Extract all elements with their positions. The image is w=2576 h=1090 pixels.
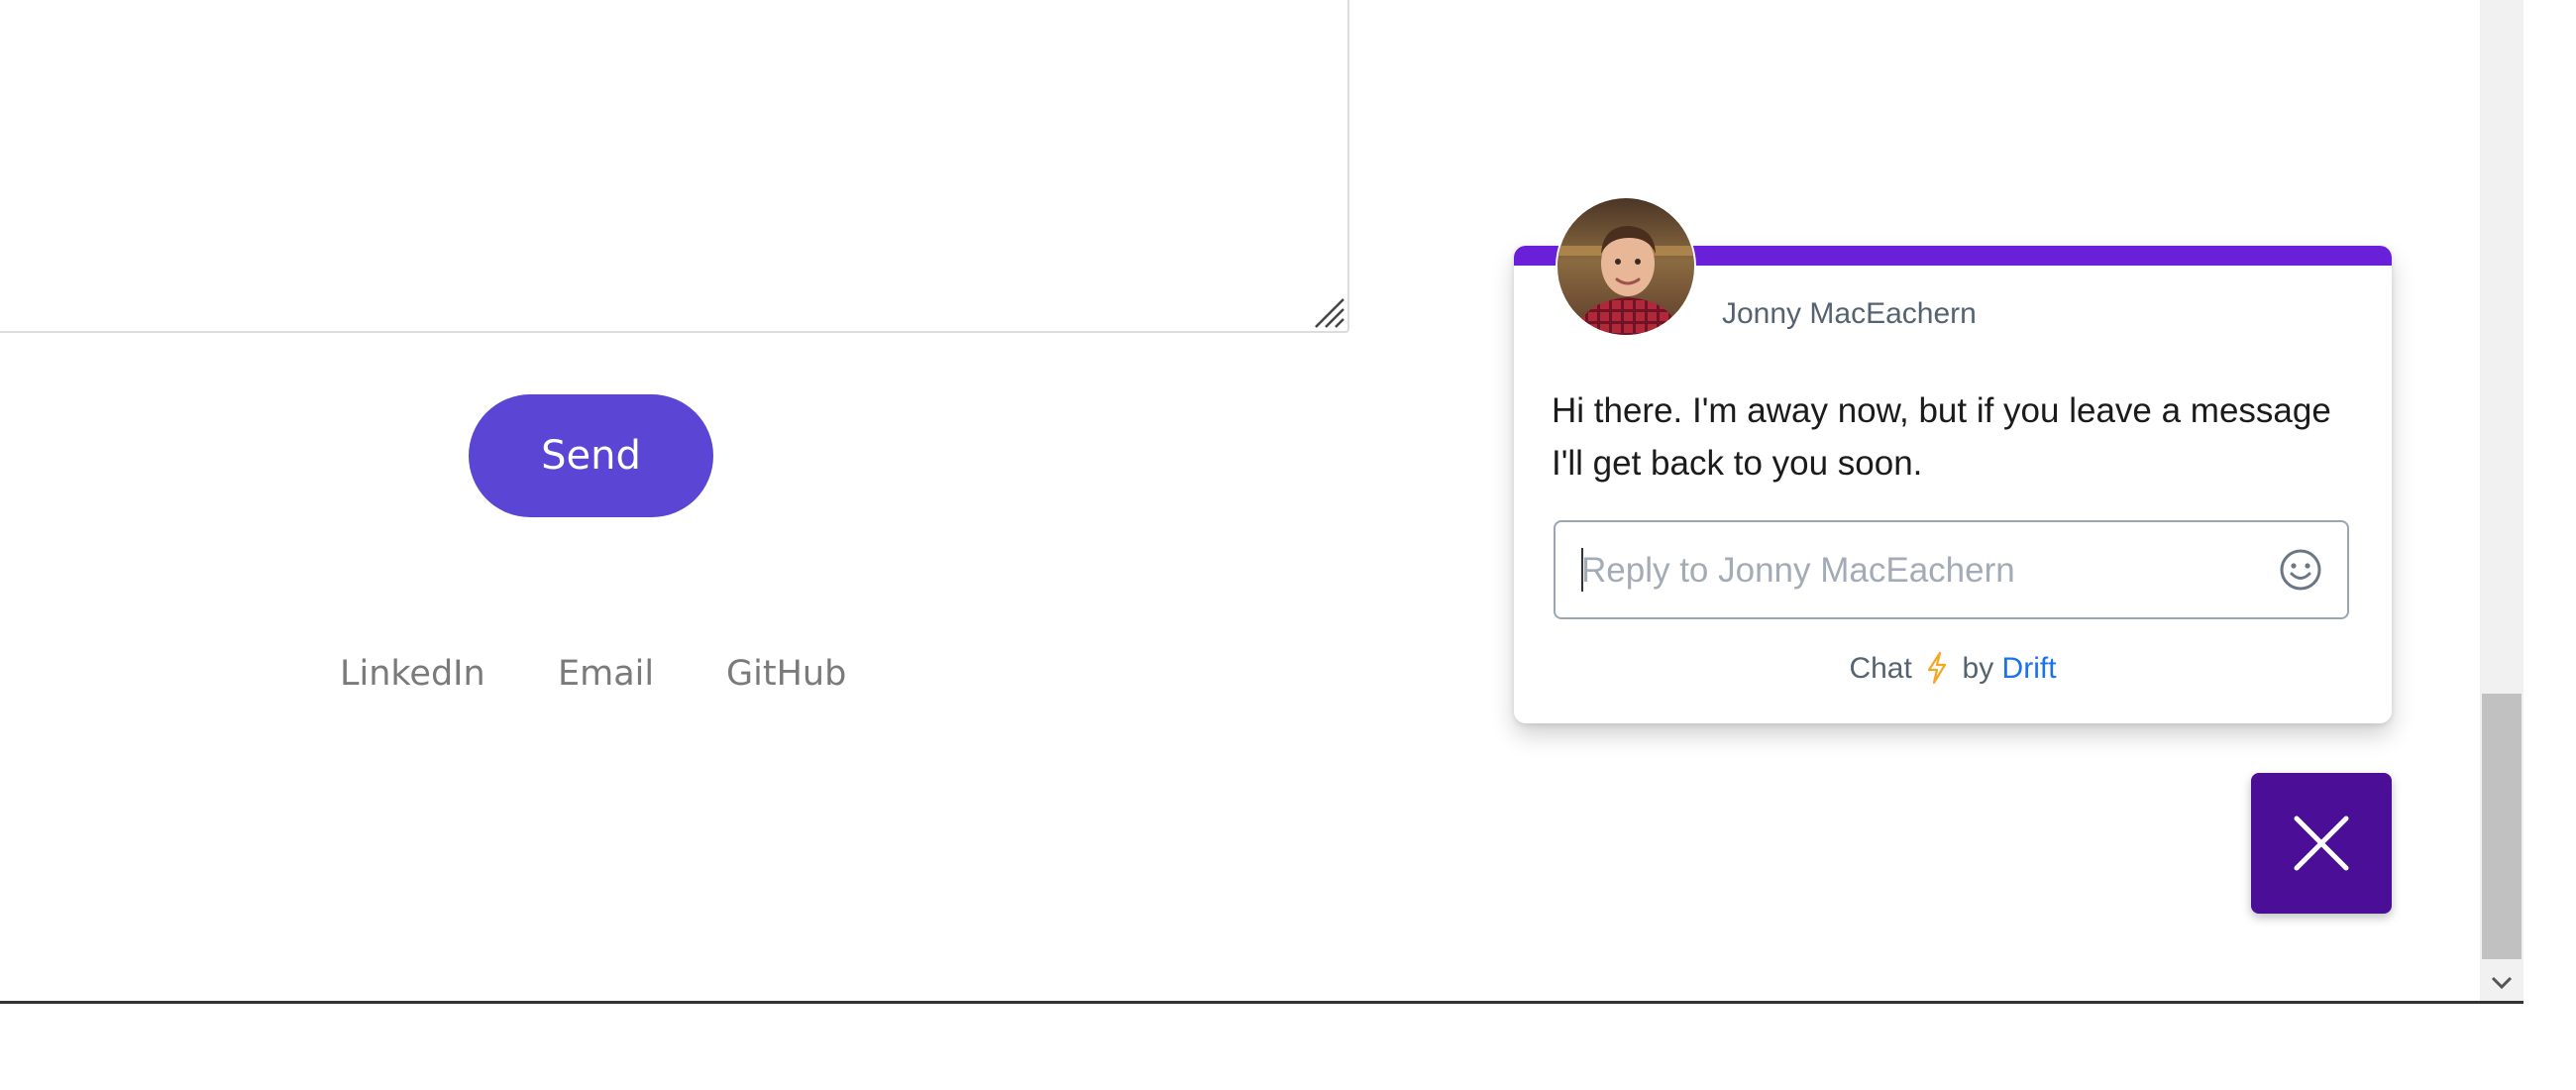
viewport-bottom-border [0, 1001, 2523, 1004]
browser-viewport: Send LinkedIn Email GitHub Jonny MacEach… [0, 0, 2523, 1005]
lightning-bolt-icon [1928, 652, 1947, 684]
powered-prefix: Chat [1849, 652, 1912, 685]
powered-by: Chat by Drift [1514, 652, 2392, 686]
chat-close-button[interactable] [2251, 773, 2392, 914]
close-icon [2294, 816, 2349, 871]
text-caret [1581, 548, 1583, 592]
reply-input[interactable] [1579, 540, 2227, 601]
send-button[interactable]: Send [469, 394, 713, 517]
powered-by-text: by [1962, 652, 1994, 685]
drift-link[interactable]: Drift [2002, 652, 2057, 685]
footer-link-email[interactable]: Email [558, 654, 654, 694]
vertical-scrollbar[interactable] [2480, 0, 2523, 1005]
scrollbar-thumb[interactable] [2482, 694, 2522, 959]
reply-box[interactable] [1554, 520, 2349, 619]
scroll-down-arrow-icon[interactable] [2482, 961, 2522, 1005]
agent-name: Jonny MacEachern [1722, 297, 1977, 330]
footer-link-github[interactable]: GitHub [726, 654, 846, 694]
message-textarea[interactable] [0, 0, 1349, 333]
avatar [1556, 196, 1696, 337]
resize-grip-icon[interactable] [1310, 293, 1345, 329]
footer-link-linkedin[interactable]: LinkedIn [340, 654, 485, 694]
chat-message: Hi there. I'm away now, but if you leave… [1552, 391, 2331, 483]
chat-widget: Jonny MacEachern Hi there. I'm away now,… [1514, 196, 2392, 723]
smiley-icon[interactable] [2278, 547, 2323, 593]
